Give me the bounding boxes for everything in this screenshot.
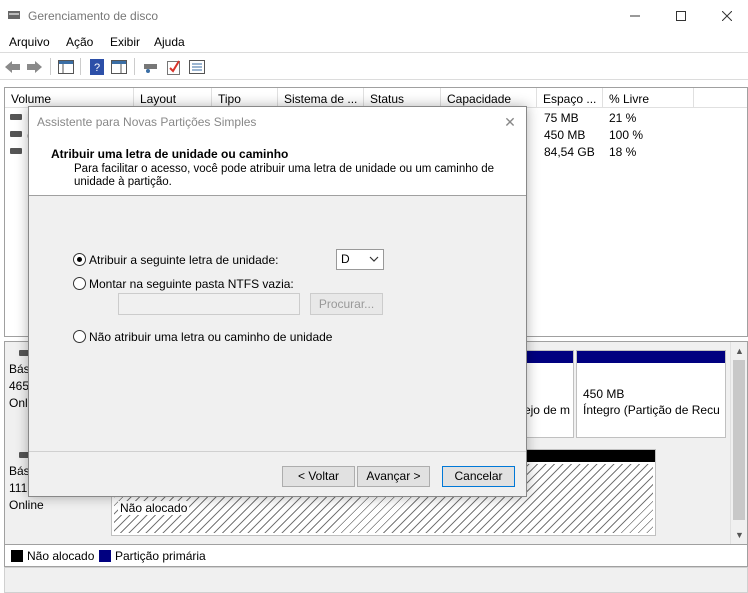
svg-text:?: ?: [94, 62, 100, 74]
close-button[interactable]: [704, 0, 748, 31]
menu-bar: Arquivo Ação Exibir Ajuda: [0, 31, 748, 53]
mount-folder-label[interactable]: Montar na seguinte pasta NTFS vazia:: [89, 277, 294, 291]
menu-ajuda[interactable]: Ajuda: [154, 35, 185, 49]
menu-exibir[interactable]: Exibir: [110, 35, 140, 49]
drive-icon: [10, 148, 22, 154]
back-arrow-icon: [4, 60, 20, 73]
menu-acao[interactable]: Ação: [66, 35, 93, 49]
checklist-button[interactable]: [165, 58, 182, 75]
list-header: Volume Layout Tipo Sistema de ... Status…: [5, 88, 747, 108]
column-livre[interactable]: % Livre: [603, 88, 694, 107]
chevron-down-icon: [369, 256, 379, 262]
connect-button[interactable]: [142, 58, 159, 75]
dialog-heading: Atribuir uma letra de unidade ou caminho: [51, 147, 289, 161]
next-button[interactable]: Avançar >: [357, 466, 430, 487]
properties-icon: [188, 59, 205, 74]
window-title: Gerenciamento de disco: [28, 9, 159, 23]
help-button[interactable]: ?: [88, 58, 105, 75]
row-space: 84,54 GB: [544, 145, 595, 159]
no-letter-label[interactable]: Não atribuir uma letra ou caminho de uni…: [89, 330, 332, 344]
toolbar: ?: [0, 53, 748, 80]
no-letter-radio[interactable]: [73, 330, 86, 343]
menu-arquivo[interactable]: Arquivo: [9, 35, 50, 49]
status-bar: [4, 567, 748, 593]
disk-drive-icon: [143, 63, 157, 73]
column-status[interactable]: Status: [364, 88, 441, 107]
scroll-thumb[interactable]: [733, 360, 745, 520]
column-espaco[interactable]: Espaço ...: [537, 88, 603, 107]
dialog-body: Atribuir a seguinte letra de unidade: D …: [29, 196, 526, 452]
partition-size: 450 MB: [583, 387, 625, 401]
checklist-icon: [166, 59, 180, 75]
toolbar-separator: [50, 58, 51, 75]
back-button[interactable]: [4, 58, 21, 75]
legend: Não alocado Partição primária: [4, 545, 748, 567]
partition-status: Íntegro (Partição de Recu: [583, 403, 720, 417]
assign-letter-label[interactable]: Atribuir a seguinte letra de unidade:: [89, 253, 278, 267]
view-button[interactable]: [57, 58, 74, 75]
column-volume[interactable]: Volume: [5, 88, 134, 107]
dialog-title: Assistente para Novas Partições Simples: [37, 115, 257, 129]
forward-arrow-icon: [26, 60, 42, 73]
row-free: 21 %: [609, 111, 637, 125]
primary-partition-bar: [577, 351, 725, 363]
dialog-header: Atribuir uma letra de unidade ou caminho…: [29, 138, 526, 196]
unallocated-swatch: [11, 550, 23, 562]
row-space: 450 MB: [544, 128, 586, 142]
mount-folder-radio[interactable]: [73, 277, 86, 290]
dialog-close-icon[interactable]: ✕: [500, 112, 520, 132]
dialog-title-bar: Assistente para Novas Partições Simples …: [29, 107, 526, 138]
primary-partition-swatch: [99, 550, 111, 562]
vertical-scrollbar[interactable]: ▲ ▼: [730, 342, 747, 544]
help-icon: ?: [89, 58, 104, 75]
minimize-icon: [630, 15, 640, 16]
minimize-button[interactable]: [612, 0, 658, 31]
cancel-button[interactable]: Cancelar: [442, 466, 515, 487]
column-tipo[interactable]: Tipo: [212, 88, 278, 107]
maximize-button[interactable]: [658, 0, 704, 31]
drive-icon: [10, 131, 22, 137]
close-icon: [722, 10, 732, 21]
scroll-up-icon[interactable]: ▲: [735, 346, 744, 356]
back-button[interactable]: < Voltar: [282, 466, 355, 487]
column-capacidade[interactable]: Capacidade: [441, 88, 537, 107]
console-tree-icon: [57, 59, 74, 74]
unallocated-label: Não alocado: [118, 501, 190, 515]
scroll-down-icon[interactable]: ▼: [735, 530, 744, 540]
disk-management-icon: [8, 11, 20, 19]
partition-label: ejo de m: [523, 403, 570, 417]
forward-button[interactable]: [26, 58, 43, 75]
column-sistema[interactable]: Sistema de ...: [278, 88, 364, 107]
title-bar: Gerenciamento de disco: [0, 0, 748, 31]
partition-recovery[interactable]: 450 MB Íntegro (Partição de Recu: [576, 350, 726, 438]
assign-letter-radio[interactable]: [73, 253, 86, 266]
browse-button[interactable]: Procurar...: [310, 293, 383, 315]
toolbar-separator: [80, 58, 81, 75]
maximize-icon: [676, 10, 686, 21]
properties-button[interactable]: [188, 58, 205, 75]
toolbar-separator: [134, 58, 135, 75]
dialog-description: Para facilitar o acesso, você pode atrib…: [74, 163, 494, 188]
ntfs-folder-path-input[interactable]: [118, 293, 300, 315]
row-free: 100 %: [609, 128, 644, 142]
column-layout[interactable]: Layout: [134, 88, 212, 107]
legend-primary: Partição primária: [115, 549, 206, 563]
drive-letter-value: D: [341, 252, 350, 266]
row-space: 75 MB: [544, 111, 579, 125]
legend-unallocated: Não alocado: [27, 549, 95, 563]
drive-icon: [10, 114, 22, 120]
drive-letter-select[interactable]: D: [336, 249, 384, 270]
new-simple-volume-wizard: Assistente para Novas Partições Simples …: [28, 106, 527, 497]
row-free: 18 %: [609, 145, 637, 159]
disk-status: Online: [9, 498, 44, 512]
show-hide-button[interactable]: [110, 58, 127, 75]
action-pane-icon: [110, 59, 127, 74]
